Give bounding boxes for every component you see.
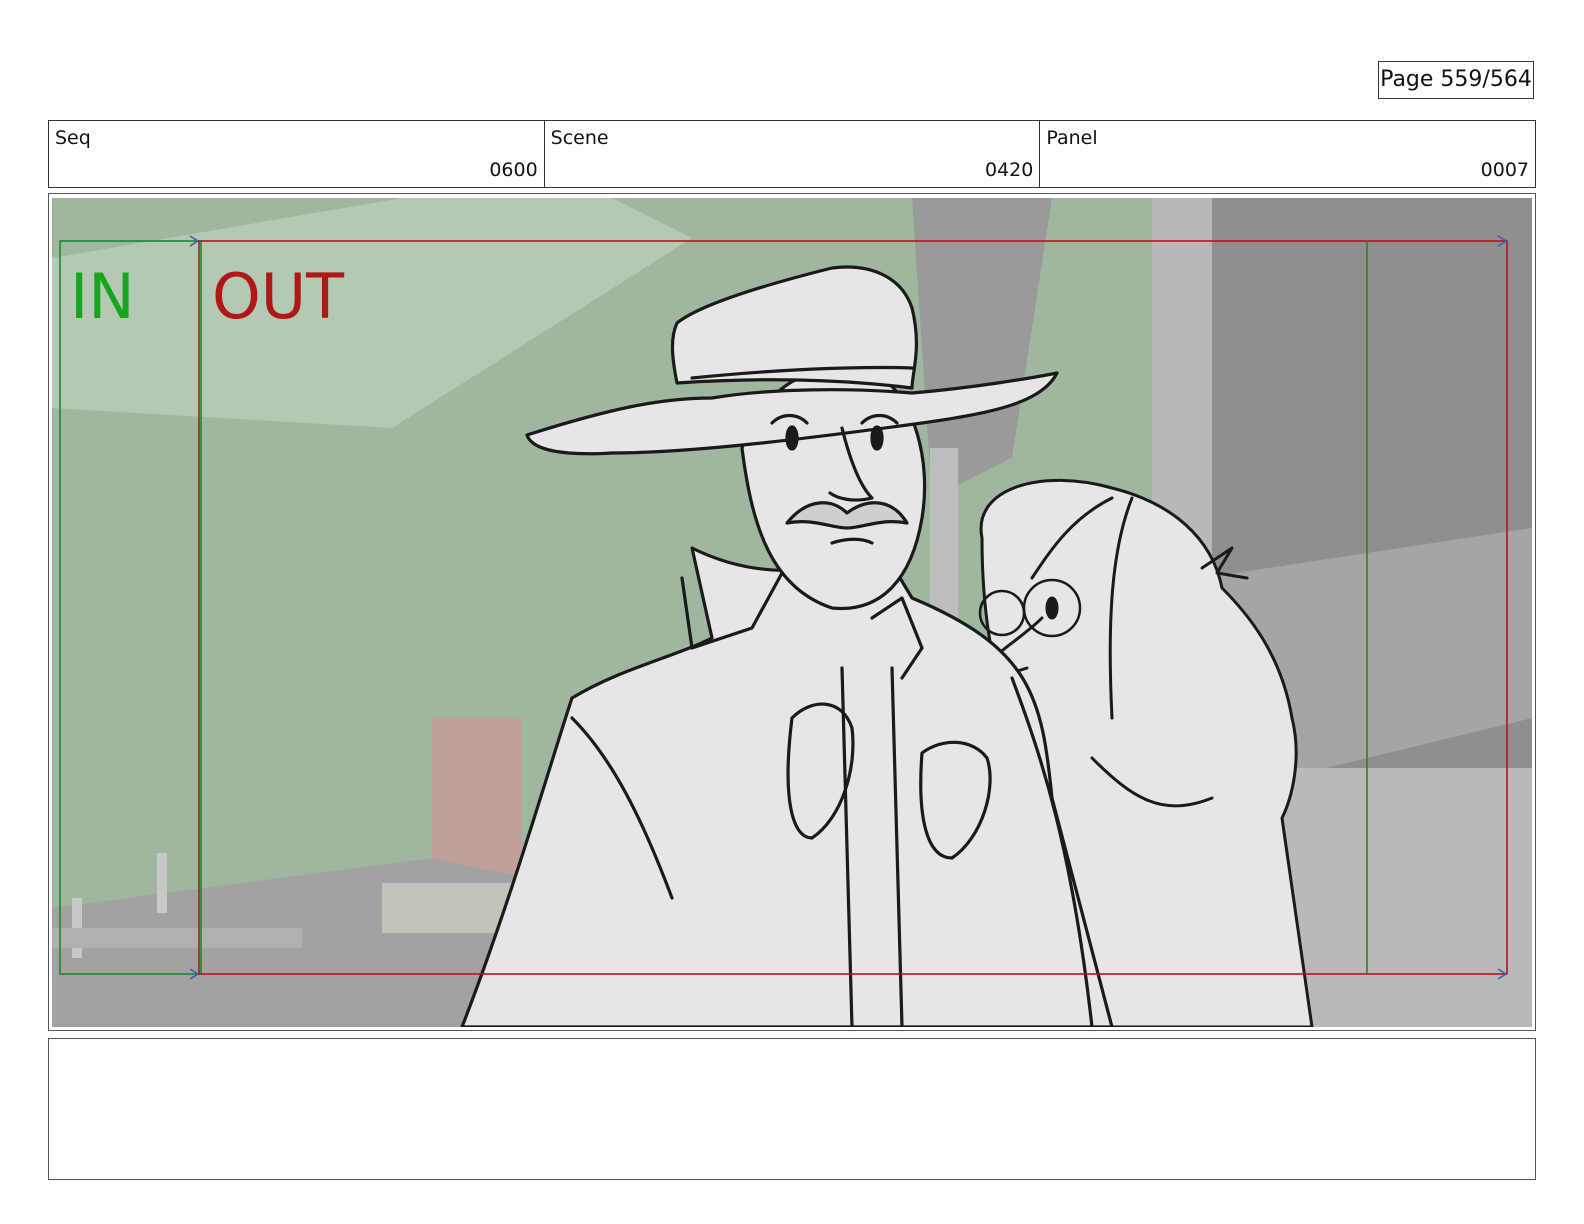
panel-info-row: Seq 0600 Scene 0420 Panel 0007: [48, 120, 1536, 188]
seq-cell: Seq 0600: [49, 121, 545, 187]
scene-cell: Scene 0420: [545, 121, 1041, 187]
page-number: Page 559/564: [1378, 61, 1534, 99]
scene-label: Scene: [550, 127, 609, 149]
panel-notes: [48, 1038, 1536, 1180]
seq-label: Seq: [55, 127, 91, 149]
seq-value: 0600: [489, 159, 538, 181]
out-label: OUT: [212, 260, 345, 333]
storyboard-frame: IN OUT: [52, 198, 1532, 1027]
in-label: IN: [70, 260, 135, 333]
panel-value: 0007: [1480, 159, 1530, 181]
storyboard-drawing: IN OUT: [52, 198, 1532, 1027]
background-rail: [52, 928, 302, 948]
panel-label: Panel: [1046, 127, 1098, 149]
panel-cell: Panel 0007: [1040, 121, 1535, 187]
scene-value: 0420: [984, 159, 1034, 181]
background-post-2: [157, 853, 167, 913]
